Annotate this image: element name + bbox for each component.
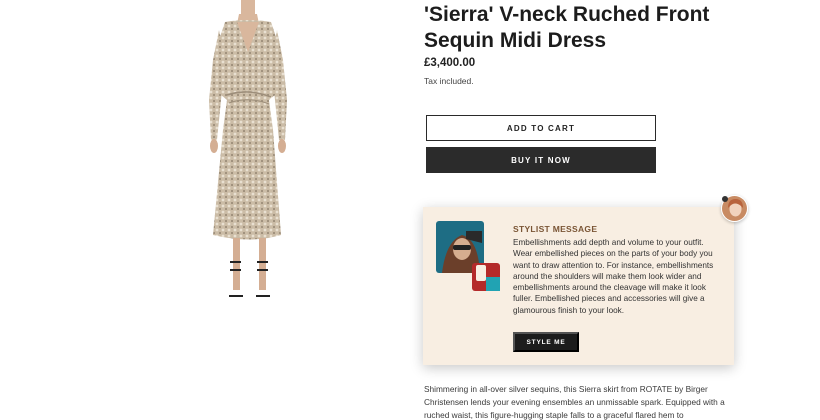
add-to-cart-button[interactable]: ADD TO CART	[426, 115, 656, 141]
style-me-button[interactable]: STYLE ME	[513, 332, 579, 352]
stylist-message-text: Embellishments add depth and volume to y…	[513, 238, 714, 315]
buy-now-button[interactable]: BUY IT NOW	[426, 147, 656, 173]
product-image[interactable]	[185, 0, 315, 305]
notification-dot-icon	[722, 196, 728, 202]
stylist-message-heading: STYLIST MESSAGE	[513, 224, 598, 234]
product-description: Shimmering in all-over silver sequins, t…	[424, 384, 725, 420]
tax-note: Tax included.	[424, 76, 474, 86]
product-price: £3,400.00	[424, 57, 476, 69]
product-title: 'Sierra' V-neck Ruched Front Sequin Midi…	[424, 3, 710, 52]
stylist-photo	[436, 221, 501, 291]
